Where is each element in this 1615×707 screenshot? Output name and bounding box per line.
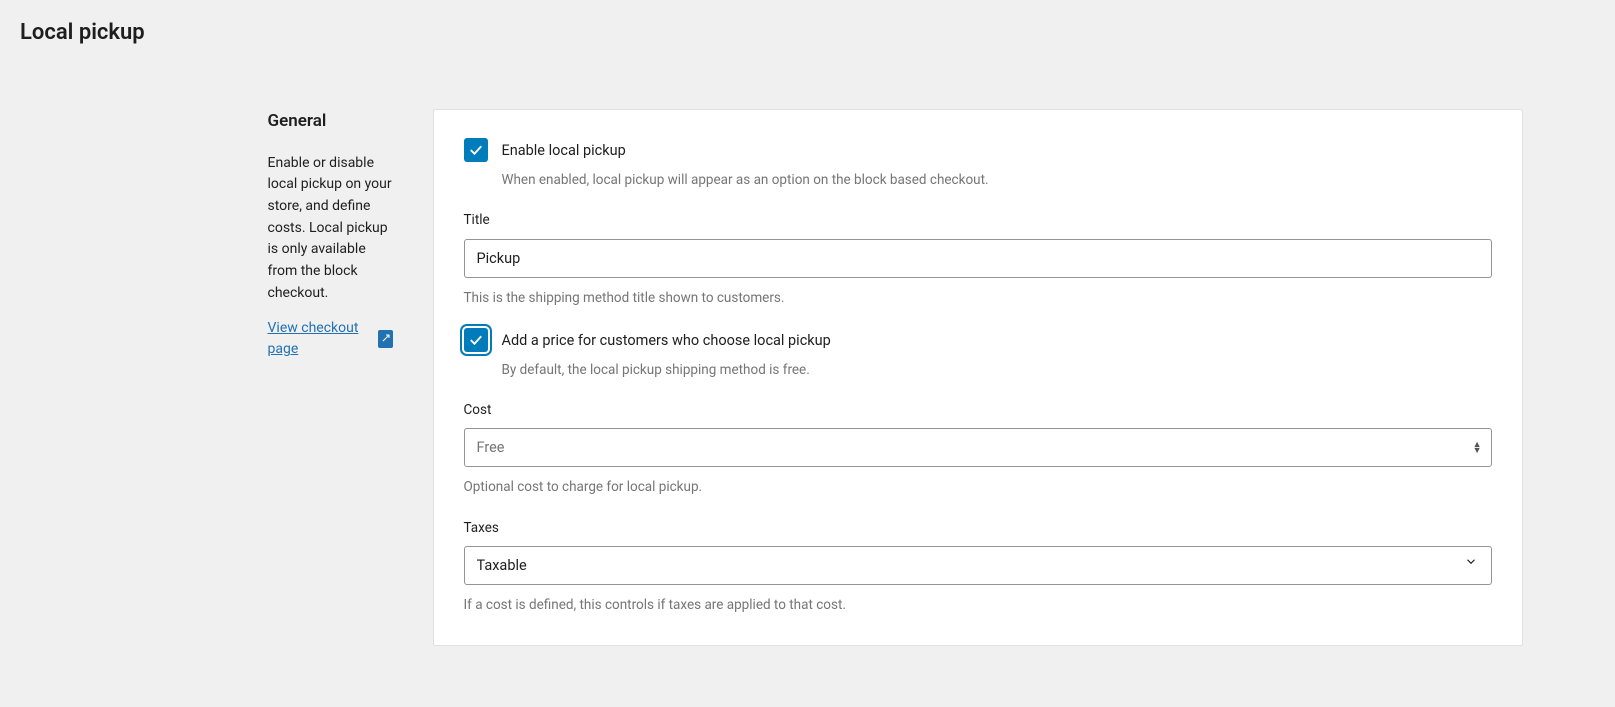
view-checkout-link-text: View checkout page (268, 318, 372, 360)
add-price-label[interactable]: Add a price for customers who choose loc… (502, 328, 831, 352)
cost-input[interactable] (464, 428, 1492, 467)
add-price-helper: By default, the local pickup shipping me… (502, 360, 1492, 380)
taxes-helper: If a cost is defined, this controls if t… (464, 595, 1492, 615)
title-input[interactable] (464, 239, 1492, 278)
check-icon (467, 141, 485, 159)
cost-helper: Optional cost to charge for local pickup… (464, 477, 1492, 497)
sidebar-heading: General (268, 109, 393, 135)
taxes-field-block: Taxes Taxable If a cost is defined, this… (464, 518, 1492, 616)
taxes-select[interactable]: Taxable (464, 546, 1492, 585)
title-label: Title (464, 210, 1492, 230)
enable-pickup-row: Enable local pickup (464, 138, 1492, 162)
title-field-block: Title This is the shipping method title … (464, 210, 1492, 308)
page-title: Local pickup (20, 16, 1595, 49)
settings-card: Enable local pickup When enabled, local … (433, 109, 1523, 646)
settings-sidebar: General Enable or disable local pickup o… (93, 109, 433, 646)
taxes-label: Taxes (464, 518, 1492, 538)
cost-label: Cost (464, 400, 1492, 420)
check-icon (467, 331, 485, 349)
view-checkout-link[interactable]: View checkout page (268, 318, 393, 360)
add-price-checkbox[interactable] (464, 328, 488, 352)
title-helper: This is the shipping method title shown … (464, 288, 1492, 308)
enable-pickup-helper: When enabled, local pickup will appear a… (502, 170, 1492, 190)
external-link-icon (378, 330, 393, 348)
add-price-row: Add a price for customers who choose loc… (464, 328, 1492, 352)
enable-pickup-label[interactable]: Enable local pickup (502, 138, 626, 162)
cost-field-block: Cost ▲ ▼ Optional cost to charge for loc… (464, 400, 1492, 498)
enable-pickup-checkbox[interactable] (464, 138, 488, 162)
settings-row: General Enable or disable local pickup o… (93, 109, 1523, 646)
sidebar-description: Enable or disable local pickup on your s… (268, 153, 393, 305)
